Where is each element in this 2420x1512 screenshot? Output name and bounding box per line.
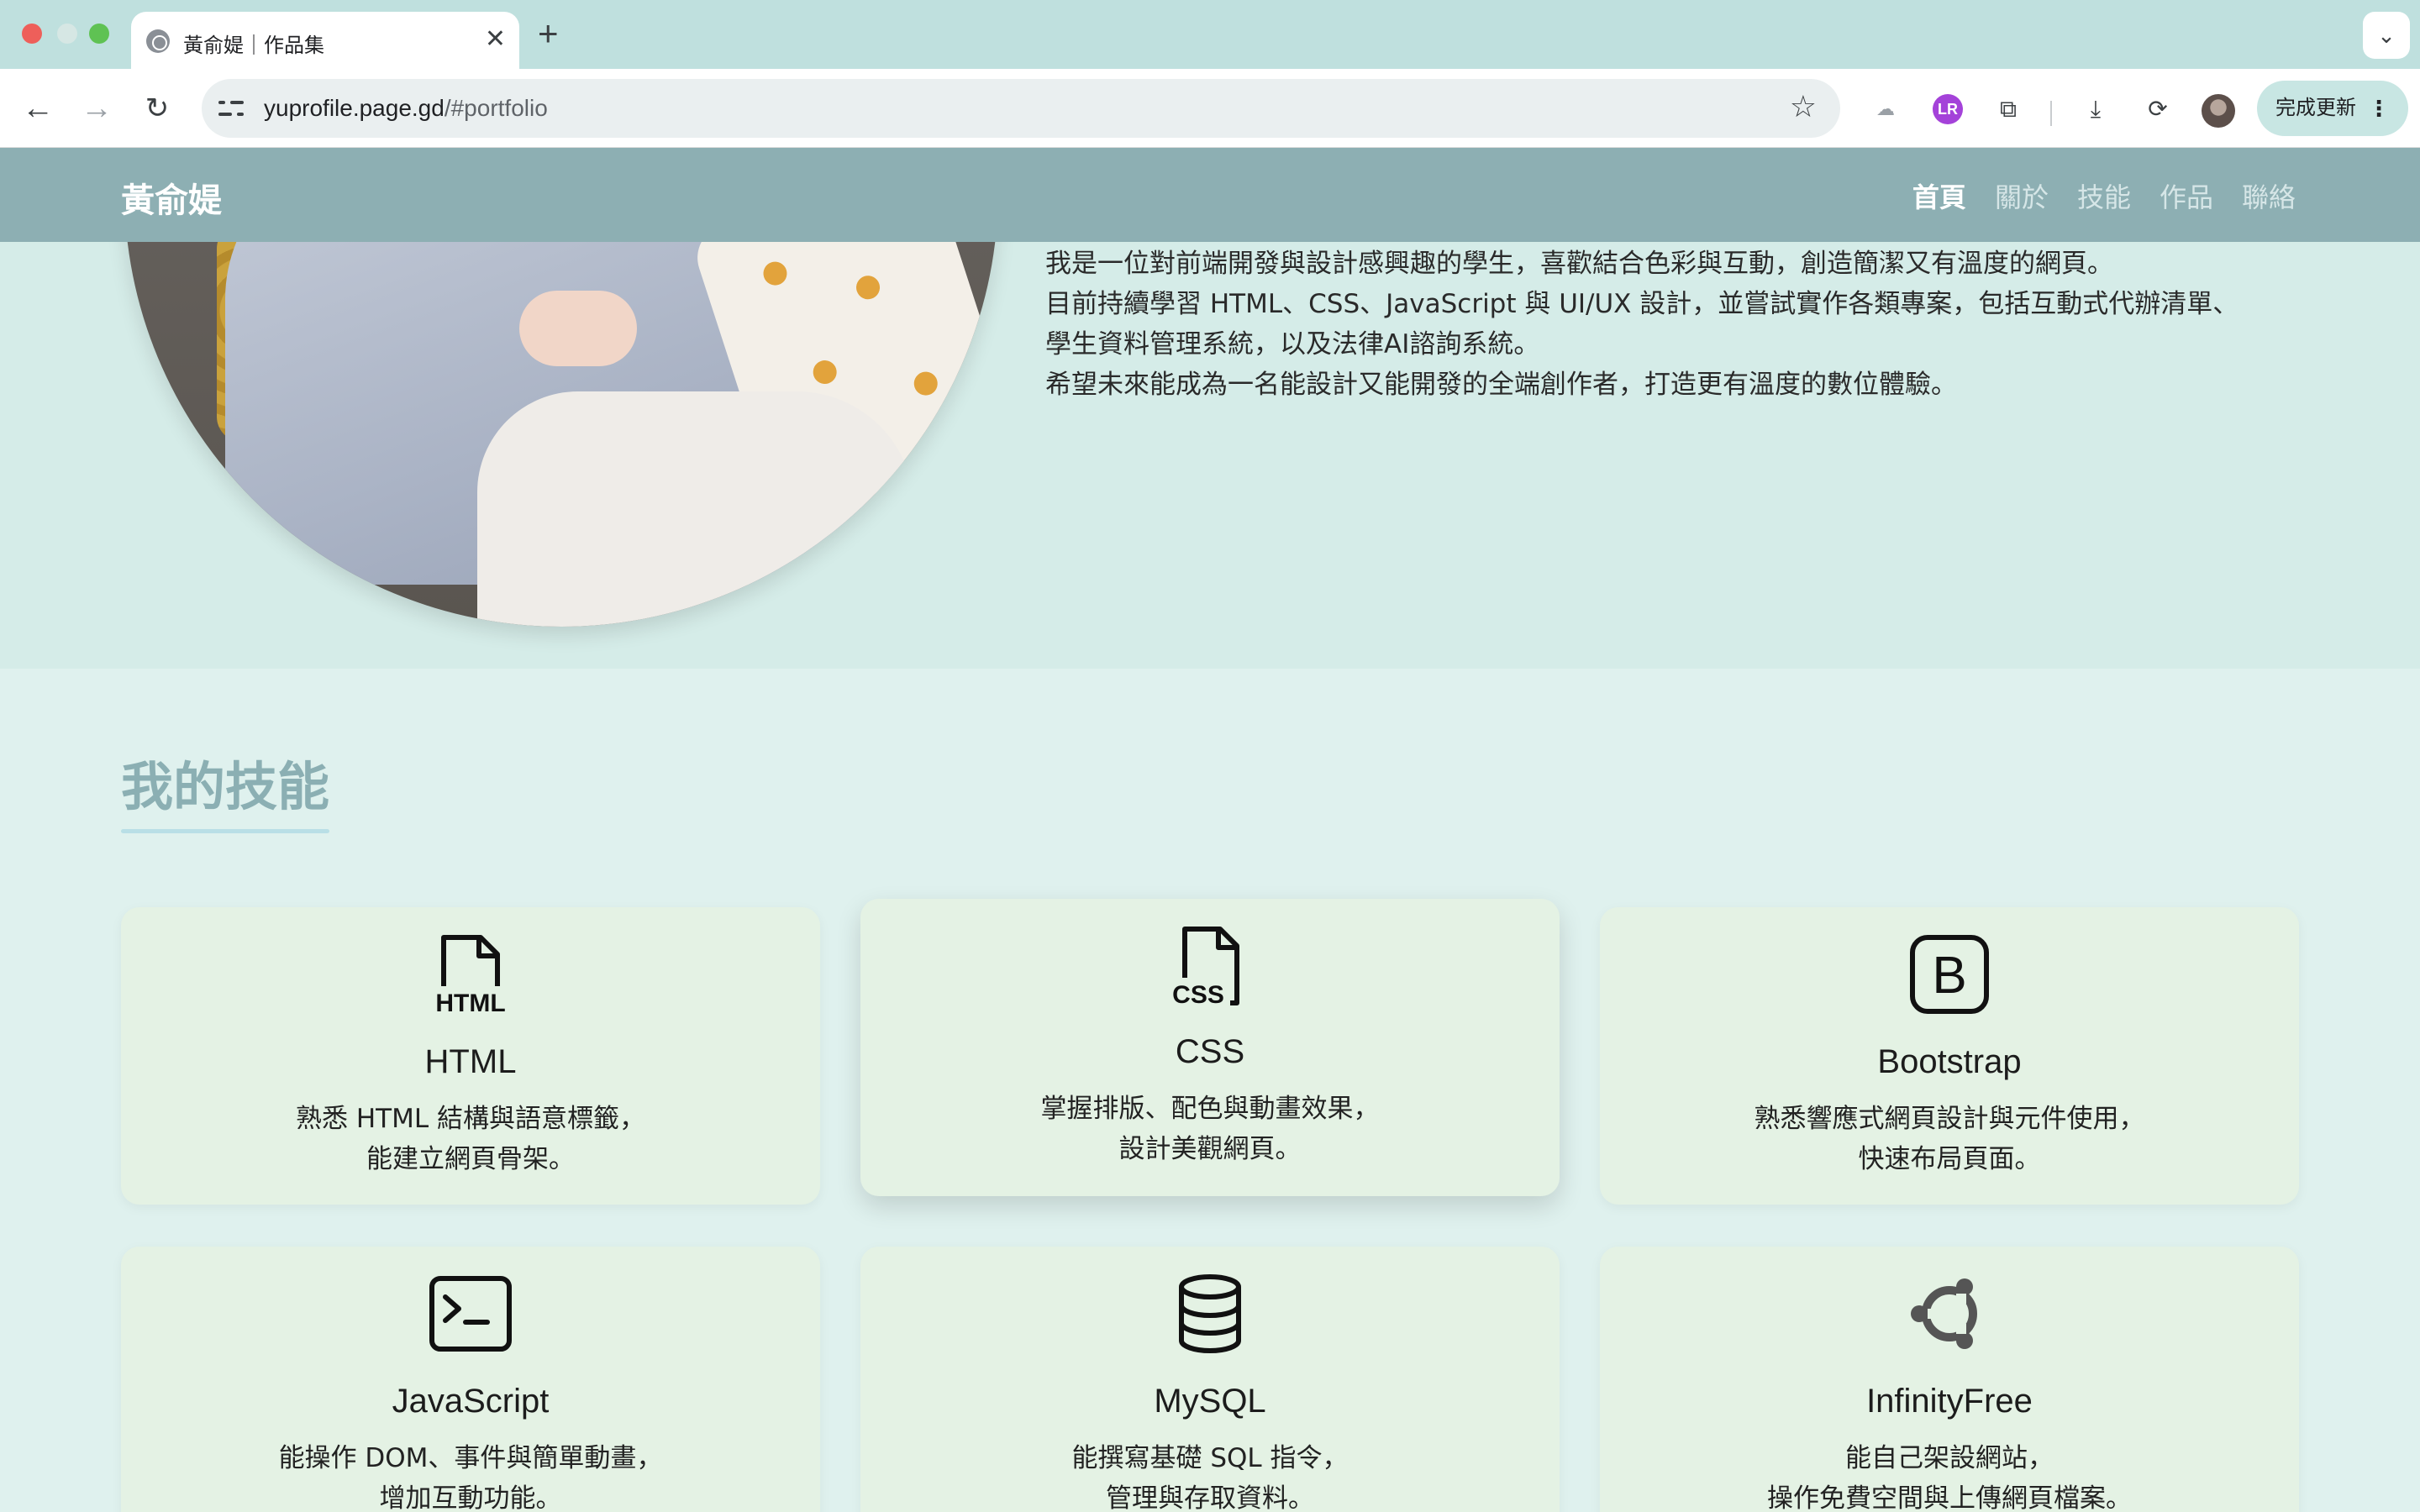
skill-card-javascript[interactable]: JavaScript 能操作 DOM、事件與簡單動畫， 增加互動功能。 [121,1247,820,1512]
skill-card-html[interactable]: HTML HTML 熟悉 HTML 結構與語意標籤， 能建立網頁骨架。 [121,907,820,1205]
skill-description: 熟悉 HTML 結構與語意標籤， 能建立網頁骨架。 [296,1104,645,1174]
skill-description: 熟悉響應式網頁設計與元件使用， 快速布局頁面。 [1754,1104,2145,1174]
extension-cloud-icon[interactable]: ☁ [1870,94,1901,124]
nav-item-skills[interactable]: 技能 [2077,176,2131,215]
database-icon [1179,1274,1241,1353]
tab-search-button[interactable]: ⌄ [2363,12,2410,59]
about-paragraph: 目前持續學習 HTML、CSS、JavaScript 與 UI/UX 設計，並嘗… [1045,289,2239,319]
nav-item-about[interactable]: 關於 [1995,176,2049,215]
skill-card-infinityfree[interactable]: InfinityFree 能自己架設網站， 操作免費空間與上傳網頁檔案。 [1600,1247,2299,1512]
back-button[interactable]: ← [17,87,59,129]
minimize-window-button[interactable] [57,24,77,44]
forward-button[interactable]: → [76,87,118,129]
ubuntu-icon [1911,1278,1977,1349]
skill-description: 掌握排版、配色與動畫效果， 設計美觀網頁。 [1040,1094,1380,1164]
skill-card-css[interactable]: CSS CSS 掌握排版、配色與動畫效果， 設計美觀網頁。 [860,899,1560,1196]
nav-menu: 首頁 關於 技能 作品 聯絡 [1912,176,2296,215]
about-paragraph: 希望未來能成為一名能設計又能開發的全端創作者，打造更有溫度的數位體驗。 [1045,370,1957,400]
bootstrap-icon: B [1910,935,1989,1014]
skill-name: Bootstrap [1877,1043,2022,1080]
reload-button[interactable]: ↻ [136,87,178,129]
css-file-icon: CSS [1172,927,1239,1008]
browser-tab-active[interactable]: 黃俞媞｜作品集 ✕ [131,12,519,69]
about-paragraph: 我是一位對前端開發與設計感興趣的學生，喜歡結合色彩與互動，創造簡潔又有溫度的網頁… [1045,249,2113,279]
svg-text:HTML: HTML [435,990,505,1016]
svg-text:CSS: CSS [1172,981,1224,1008]
update-button[interactable]: 完成更新 ⋮ [2257,81,2408,136]
download-icon[interactable]: ⤓ [2081,94,2111,124]
new-tab-button[interactable]: + [538,15,559,52]
skill-name: HTML [424,1043,517,1080]
skill-card-mysql[interactable]: MySQL 能撰寫基礎 SQL 指令， 管理與存取資料。 [860,1247,1560,1512]
extensions-puzzle-icon[interactable]: ⧉ [1993,94,2023,124]
about-paragraph: 學生資料管理系統，以及法律AI諮詢系統。 [1045,329,1540,360]
nav-item-home[interactable]: 首頁 [1912,176,1966,215]
svg-text:B: B [1932,947,1966,1005]
terminal-icon [429,1276,512,1352]
skill-description: 能操作 DOM、事件與簡單動畫， 增加互動功能。 [278,1443,663,1512]
skill-name: InfinityFree [1866,1383,2033,1420]
site-navbar: 黃俞媞 首頁 關於 技能 作品 聯絡 [0,148,2420,242]
skills-heading: 我的技能 [121,744,330,833]
maximize-window-button[interactable] [89,24,109,44]
site-info-icon[interactable] [217,94,245,123]
tab-title: 黃俞媞｜作品集 [183,34,324,57]
extension-badge-icon[interactable]: LR [1933,94,1963,124]
nav-item-portfolio[interactable]: 作品 [2160,176,2213,215]
skill-description: 能撰寫基礎 SQL 指令， 管理與存取資料。 [1071,1443,1349,1512]
url-text[interactable]: yuprofile.page.gd/#portfolio [264,95,548,122]
skill-name: CSS [1175,1033,1245,1070]
performance-icon[interactable]: ⟳ [2143,94,2173,124]
menu-dots-icon[interactable]: ⋮ [2368,81,2390,136]
page-viewport: 我是一位對前端開發與設計感興趣的學生，喜歡結合色彩與互動，創造簡潔又有溫度的網頁… [0,148,2420,1512]
bookmark-star-icon[interactable]: ☆ [1790,89,1817,124]
close-tab-icon[interactable]: ✕ [485,25,506,54]
browser-tab-strip: 黃俞媞｜作品集 ✕ + ⌄ [0,0,2420,69]
html-file-icon: HTML [435,935,506,1016]
profile-avatar[interactable] [2202,94,2235,128]
skill-description: 能自己架設網站， 操作免費空間與上傳網頁檔案。 [1767,1443,2132,1512]
nav-item-contact[interactable]: 聯絡 [2242,176,2296,215]
globe-icon [146,29,170,53]
address-bar[interactable]: yuprofile.page.gd/#portfolio ☆ [202,79,1840,138]
browser-toolbar: ← → ↻ yuprofile.page.gd/#portfolio ☆ ☁ L… [0,69,2420,148]
site-brand[interactable]: 黃俞媞 [121,173,222,222]
skill-name: JavaScript [392,1383,550,1420]
toolbar-divider [2050,101,2052,126]
skill-name: MySQL [1154,1383,1266,1420]
skill-card-bootstrap[interactable]: B Bootstrap 熟悉響應式網頁設計與元件使用， 快速布局頁面。 [1600,907,2299,1205]
about-text: 我是一位對前端開發與設計感興趣的學生，喜歡結合色彩與互動，創造簡潔又有溫度的網頁… [1045,244,2356,405]
close-window-button[interactable] [22,24,42,44]
